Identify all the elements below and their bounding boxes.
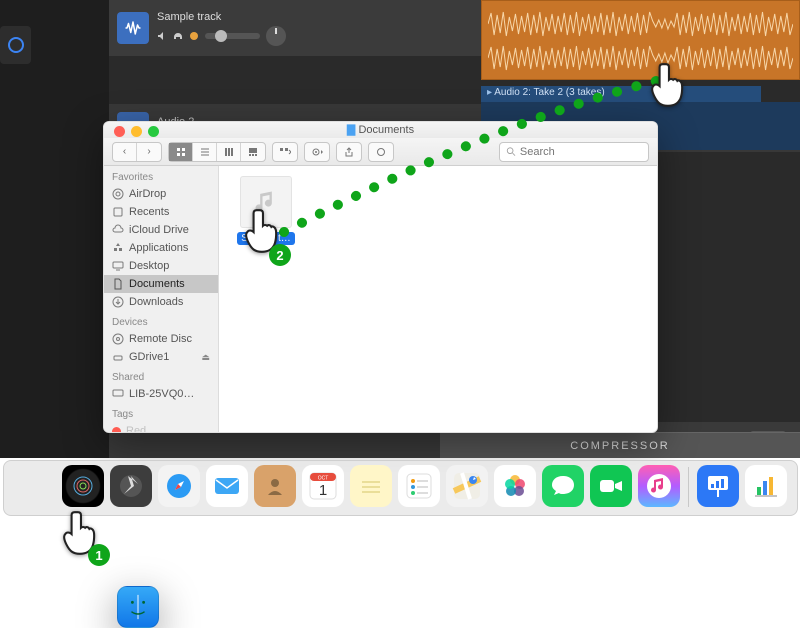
volume-slider[interactable] [205,33,260,39]
tags-button[interactable] [368,142,394,162]
view-icon-button[interactable] [169,143,193,161]
dock-app-itunes[interactable] [638,465,680,507]
dock-app-safari[interactable] [158,465,200,507]
view-gallery-button[interactable] [241,143,265,161]
search-icon [506,146,516,157]
waveform-icon [117,12,149,44]
search-input[interactable] [520,146,642,158]
dock-app-notes[interactable] [350,465,392,507]
file-name-label: Sample t… [237,232,294,245]
view-column-button[interactable] [217,143,241,161]
dock-app-maps[interactable] [446,465,488,507]
documents-icon [112,278,124,290]
arrange-menu[interactable] [272,142,298,162]
drive-icon [112,351,124,363]
disc-icon [112,333,124,345]
sidebar-item-documents[interactable]: Documents [104,275,218,293]
step-badge-1: 1 [88,544,110,566]
sidebar-item-downloads[interactable]: Downloads [104,293,218,311]
audio-region-sample-track[interactable] [481,0,800,80]
dock-app-launchpad[interactable] [110,465,152,507]
sidebar-item-gdrive1[interactable]: GDrive1⏏ [104,348,218,366]
sidebar-item-tag-red[interactable]: Red [104,422,218,432]
back-button[interactable]: ‹ [113,143,137,161]
sidebar-item-recents[interactable]: Recents [104,203,218,221]
step-badge-2: 2 [269,244,291,266]
sidebar-item-shared-computer[interactable]: LIB-25VQ0… [104,385,218,403]
plugin-panel-title: COMPRESSOR [440,432,800,458]
forward-button[interactable]: › [137,143,161,161]
eject-icon[interactable]: ⏏ [201,352,210,363]
file-thumbnail [240,176,292,228]
applications-icon [112,242,124,254]
mute-icon[interactable] [157,31,167,41]
cloud-icon [112,224,124,236]
view-mode-switcher [168,142,266,162]
tag-icon [369,143,393,161]
record-icon[interactable] [189,31,199,41]
sidebar-heading-favorites: Favorites [104,166,218,185]
share-button[interactable] [336,142,362,162]
headphones-icon[interactable] [173,31,183,41]
finder-sidebar: Favorites AirDrop Recents iCloud Drive A… [104,166,219,432]
dock-app-contacts[interactable] [254,465,296,507]
sidebar-item-applications[interactable]: Applications [104,239,218,257]
sidebar-item-airdrop[interactable]: AirDrop [104,185,218,203]
dock-app-reminders[interactable] [398,465,440,507]
music-note-icon [252,188,280,216]
action-menu[interactable] [304,142,330,162]
sidebar-item-remote-disc[interactable]: Remote Disc [104,330,218,348]
dock-app-messages[interactable] [542,465,584,507]
share-icon [337,143,361,161]
airdrop-icon [112,188,124,200]
dock-app-keynote[interactable] [697,465,739,507]
finder-content-area[interactable]: Sample t… [219,166,657,432]
dock: OCT1 [0,460,800,516]
recents-icon [112,206,124,218]
dock-app-finder[interactable] [117,586,159,628]
input-icon[interactable] [0,26,31,64]
daw-left-panel [0,0,109,458]
svg-text:1: 1 [318,482,326,499]
dock-app-facetime[interactable] [590,465,632,507]
take-folder-label[interactable]: ▸ Audio 2: Take 2 (3 takes) [481,86,761,102]
dock-app-mail[interactable] [206,465,248,507]
downloads-icon [112,296,124,308]
sidebar-item-icloud[interactable]: iCloud Drive [104,221,218,239]
finder-window: ▇ Documents ‹ › Favorites AirDrop Recent… [103,121,658,433]
sidebar-item-desktop[interactable]: Desktop [104,257,218,275]
svg-text:OCT: OCT [317,476,328,482]
sidebar-heading-shared: Shared [104,366,218,385]
view-list-button[interactable] [193,143,217,161]
file-item-sample-track[interactable]: Sample t… [233,176,299,250]
dock-app-numbers[interactable] [745,465,787,507]
desktop-icon [112,260,124,272]
tag-dot-icon [112,427,121,433]
dock-app-siri[interactable] [62,465,104,507]
dock-app-calendar[interactable]: OCT1 [302,465,344,507]
gear-icon [305,143,329,161]
nav-back-forward: ‹ › [112,142,162,162]
arrange-icon [273,143,297,161]
finder-toolbar: ‹ › [104,138,657,166]
dock-divider [688,467,689,507]
finder-title: ▇ Documents [104,122,657,138]
folder-icon: ▇ [347,124,355,136]
sidebar-heading-devices: Devices [104,311,218,330]
pan-knob[interactable] [266,26,286,46]
search-field[interactable] [499,142,649,162]
dock-app-photos[interactable] [494,465,536,507]
computer-icon [112,388,124,400]
sidebar-heading-tags: Tags [104,403,218,422]
